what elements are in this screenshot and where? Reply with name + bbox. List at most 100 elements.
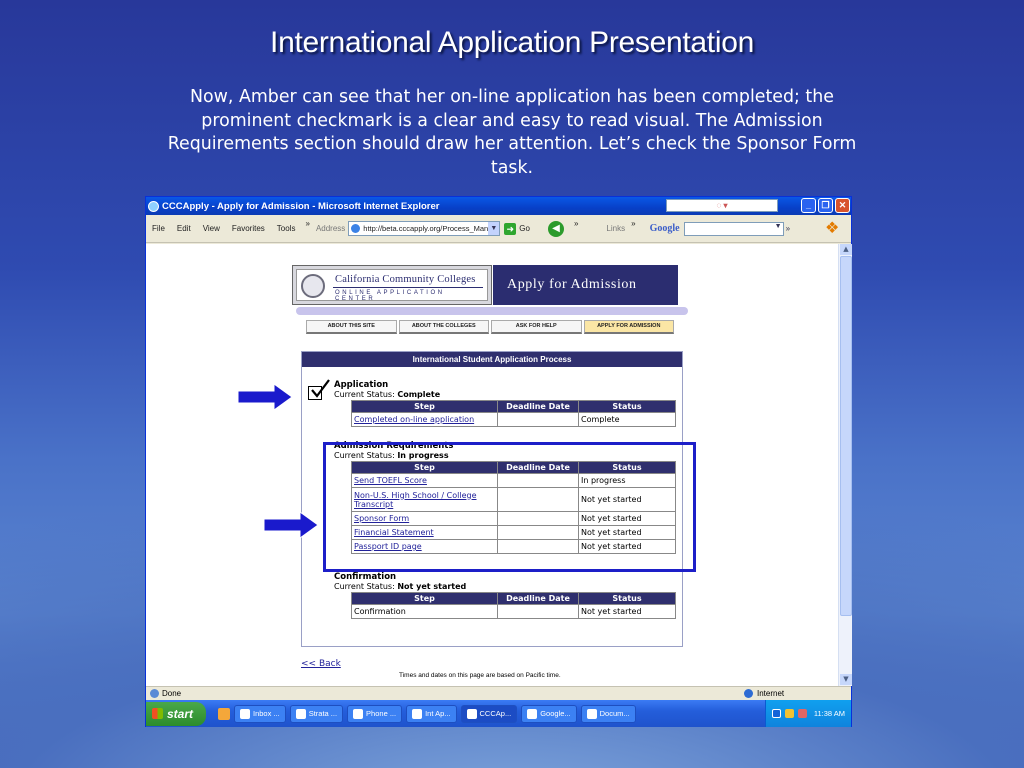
slide-title: International Application Presentation xyxy=(270,26,754,59)
section-heading: Application xyxy=(334,380,389,390)
banner-title: Apply for Admission xyxy=(493,265,678,305)
address-text: http://beta.cccapply.org/Process_Manag xyxy=(363,224,497,233)
status-text: Done xyxy=(162,689,182,698)
menu-item-file[interactable]: File xyxy=(152,224,165,233)
step-cell: Confirmation xyxy=(351,604,498,619)
close-button[interactable]: ✕ xyxy=(835,198,850,213)
minimize-button[interactable]: _ xyxy=(801,198,816,213)
google-toolbar-logo[interactable]: Google xyxy=(650,223,680,234)
address-label: Address xyxy=(315,224,346,233)
steps-table: Step Deadline Date Status Confirmation Not y… xyxy=(351,592,676,619)
scroll-up-icon[interactable]: ▲ xyxy=(840,244,852,255)
taskbar-button[interactable]: Inbox ... xyxy=(234,704,286,723)
back-arrow-icon[interactable]: ◀ xyxy=(547,220,564,237)
slide-body-text: Now, Amber can see that her on-line appl… xyxy=(167,87,857,178)
menu-chevron[interactable]: » xyxy=(305,219,309,228)
arrow-right-icon xyxy=(238,384,292,410)
steps-table: Step Deadline Date Status Completed on-line… xyxy=(351,400,676,427)
tray-icon[interactable] xyxy=(784,709,794,718)
go-label: Go xyxy=(519,224,530,233)
browser-toolbar: File Edit View Favorites Tools » Address htt… xyxy=(146,215,851,243)
go-button[interactable]: ➜ Go xyxy=(504,222,530,235)
nav-about-this-site[interactable]: ABOUT THIS SITE xyxy=(306,320,397,334)
app-icon xyxy=(466,708,477,719)
security-zone: Internet xyxy=(744,689,784,698)
taskbar-button[interactable]: Int Ap... xyxy=(406,704,457,723)
app-icon xyxy=(412,708,423,719)
menu-item-favorites[interactable]: Favorites xyxy=(232,224,265,233)
taskbar-label: Int Ap... xyxy=(425,709,451,718)
go-arrow-icon: ➜ xyxy=(504,222,517,235)
status-cell: Not yet started xyxy=(578,604,676,619)
title-search-box[interactable]: ◌ ▾ xyxy=(666,199,778,212)
taskbar-button[interactable]: Strata ... xyxy=(289,704,344,723)
org-subtitle: ONLINE APPLICATION CENTER xyxy=(335,290,445,302)
app-icon xyxy=(353,708,364,719)
vertical-scrollbar[interactable]: ▲ ▼ xyxy=(838,244,852,686)
google-dropdown-icon[interactable]: ▼ xyxy=(775,223,782,230)
back-link[interactable]: << Back xyxy=(301,659,341,669)
tray-icon[interactable] xyxy=(771,709,781,718)
quick-launch-icon[interactable] xyxy=(218,707,230,720)
ie-icon xyxy=(148,200,159,212)
site-nav: ABOUT THIS SITE ABOUT THE COLLEGES ASK FOR… xyxy=(306,320,674,334)
menu-bar: File Edit View Favorites Tools xyxy=(146,224,301,233)
taskbar-label: Google... xyxy=(540,709,571,718)
taskbar-label: Phone ... xyxy=(366,709,397,718)
clock: 11:38 AM xyxy=(813,709,845,718)
step-cell[interactable]: Completed on-line application xyxy=(351,412,498,427)
status-bar: Done Internet xyxy=(146,686,851,700)
google-search-input[interactable]: ▼ xyxy=(683,221,784,236)
ccc-seal-icon xyxy=(301,274,325,298)
app-icon xyxy=(586,708,597,719)
status-label: Current Status: xyxy=(334,582,398,591)
ccc-logo: California Community Colleges ONLINE APP… xyxy=(292,265,492,305)
menu-item-tools[interactable]: Tools xyxy=(277,224,296,233)
address-bar[interactable]: http://beta.cccapply.org/Process_Manag ▼ xyxy=(348,221,501,236)
nav-about-the-colleges[interactable]: ABOUT THE COLLEGES xyxy=(398,320,489,334)
taskbar-button[interactable]: Phone ... xyxy=(347,704,403,723)
column-header: Step xyxy=(351,592,498,605)
taskbar-button[interactable]: Google... xyxy=(521,704,577,723)
quick-launch xyxy=(218,707,230,720)
tray-icon[interactable] xyxy=(797,709,807,718)
windows-flag-icon: ❖ xyxy=(825,220,840,237)
start-button[interactable]: start xyxy=(146,701,206,726)
menu-item-view[interactable]: View xyxy=(203,224,220,233)
browser-titlebar: CCCApply - Apply for Admission - Microso… xyxy=(146,197,851,215)
section-heading: Confirmation xyxy=(334,572,397,582)
address-dropdown-icon[interactable]: ▼ xyxy=(488,222,500,235)
checkmark-icon xyxy=(311,379,330,398)
links-chevron[interactable]: » xyxy=(631,219,635,228)
step-link[interactable]: Completed on-line application xyxy=(354,415,474,424)
nav-apply-for-admission[interactable]: APPLY FOR ADMISSION xyxy=(583,320,674,334)
admission-requirements-highlight xyxy=(323,442,696,572)
links-label[interactable]: Links xyxy=(606,224,625,233)
nav-ask-for-help[interactable]: ASK FOR HELP xyxy=(491,320,582,334)
page-icon xyxy=(351,224,361,233)
scroll-down-icon[interactable]: ▼ xyxy=(840,674,852,685)
arrow-right-icon xyxy=(264,512,318,538)
taskbar-label: Docum... xyxy=(599,709,630,718)
section-application: Application Current Status: Complete Step D… xyxy=(334,380,676,427)
deadline-cell xyxy=(497,604,579,619)
app-icon xyxy=(527,708,538,719)
scroll-thumb[interactable] xyxy=(840,256,852,616)
windows-taskbar: start Inbox ... Strata ... Phone ... Int Ap… xyxy=(146,700,851,727)
section-status: Current Status: Complete xyxy=(334,390,676,399)
column-header: Status xyxy=(578,592,676,605)
restore-button[interactable]: ❐ xyxy=(818,198,833,213)
timezone-note: Times and dates on this page are based o… xyxy=(399,672,561,679)
menu-item-edit[interactable]: Edit xyxy=(177,224,191,233)
toolbar-chevron[interactable]: » xyxy=(574,219,578,228)
deadline-cell xyxy=(497,412,579,427)
taskbar-label: Strata ... xyxy=(308,709,338,718)
taskbar-label: Inbox ... xyxy=(253,709,280,718)
taskbar-label: CCCAp... xyxy=(479,709,512,718)
taskbar-button[interactable]: CCCAp... xyxy=(460,704,518,723)
google-chevron[interactable]: » xyxy=(786,224,790,233)
table-row: Confirmation Not yet started xyxy=(351,604,676,619)
status-cell: Complete xyxy=(578,412,676,427)
app-icon xyxy=(295,708,306,719)
taskbar-button[interactable]: Docum... xyxy=(580,704,636,723)
